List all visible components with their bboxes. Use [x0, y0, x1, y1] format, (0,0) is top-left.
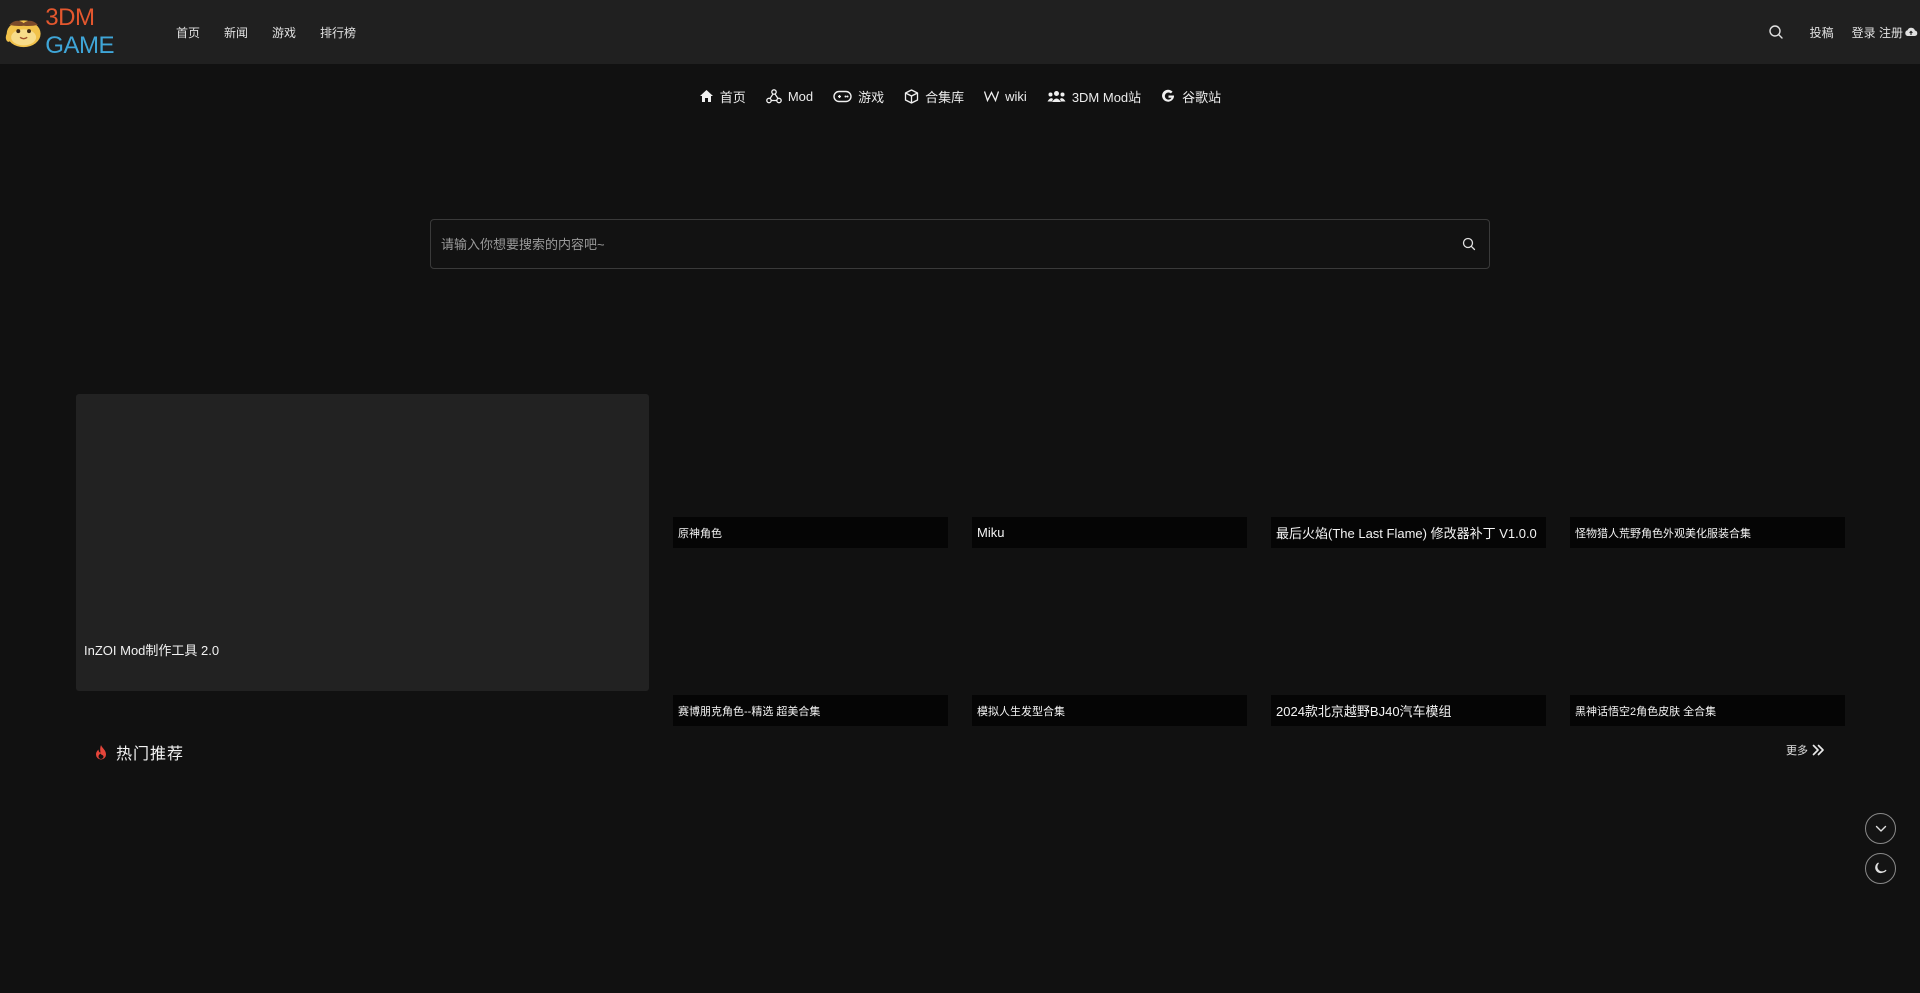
top-nav-item-news[interactable]: 新闻 [224, 24, 248, 41]
wiki-icon [984, 91, 1000, 102]
gamepad-icon [833, 90, 852, 102]
featured-tile[interactable]: 黑神话悟空2角色皮肤 全合集 [1570, 548, 1845, 726]
hot-section-header: 热门推荐 [94, 740, 184, 764]
sub-nav-item-google-site[interactable]: 谷歌站 [1161, 87, 1221, 106]
featured-main-caption: InZOI Mod制作工具 2.0 [84, 643, 220, 658]
featured-tile-caption: 原神角色 [673, 517, 948, 548]
site-logo[interactable]: 3DM GAME [4, 4, 156, 59]
featured-tile[interactable]: 怪物猎人荒野角色外观美化服装合集 [1570, 370, 1845, 548]
featured-tile[interactable]: 模拟人生发型合集 [972, 548, 1247, 726]
featured-tile[interactable]: 赛博朋克角色--精选 超美合集 [673, 548, 948, 726]
top-nav-item-games[interactable]: 游戏 [272, 24, 296, 41]
sub-nav-label: 谷歌站 [1182, 89, 1222, 105]
search-submit-button[interactable] [1449, 220, 1489, 268]
hot-more-link[interactable]: 更多 [1786, 742, 1825, 758]
featured-main-card[interactable]: InZOI Mod制作工具 2.0 [76, 394, 649, 691]
cloud-upload-icon [1905, 27, 1918, 36]
sub-nav-item-home[interactable]: 首页 [699, 87, 746, 106]
sub-nav-item-3dm-mod-site[interactable]: 3DM Mod站 [1047, 87, 1141, 106]
scroll-down-button[interactable] [1865, 813, 1896, 844]
sub-nav-item-games[interactable]: 游戏 [833, 87, 884, 106]
sub-nav-label: 游戏 [858, 89, 885, 105]
header-actions: 投稿 登录 注册 [1768, 0, 1920, 64]
top-nav-item-home[interactable]: 首页 [176, 24, 200, 41]
login-register-link[interactable]: 登录 注册 [1852, 24, 1918, 41]
featured-tile-caption: 2024款北京越野BJ40汽车模组 [1271, 695, 1546, 726]
sub-nav-label: 首页 [719, 89, 746, 105]
featured-tile[interactable]: Miku [972, 370, 1247, 548]
hot-section-title: 热门推荐 [116, 746, 185, 763]
double-chevron-right-icon [1812, 744, 1824, 756]
featured-tile-caption: Miku [972, 517, 1247, 548]
search-icon [1462, 237, 1476, 251]
chevron-down-icon [1875, 825, 1886, 832]
home-icon [699, 90, 713, 102]
logo-mascot-icon [5, 20, 41, 48]
login-register-label: 登录 注册 [1851, 25, 1903, 40]
more-label: 更多 [1786, 745, 1808, 757]
dark-mode-toggle[interactable] [1865, 853, 1896, 884]
google-icon [1162, 89, 1175, 102]
featured-tile-caption: 模拟人生发型合集 [972, 695, 1247, 726]
top-nav-item-ranking[interactable]: 排行榜 [320, 24, 356, 41]
sub-nav-item-wiki[interactable]: wiki [984, 89, 1027, 104]
featured-tile-caption: 赛博朋克角色--精选 超美合集 [673, 695, 948, 726]
featured-tile[interactable]: 原神角色 [673, 370, 948, 548]
header-search-icon[interactable] [1768, 24, 1784, 40]
sub-nav-label: 合集库 [925, 89, 965, 105]
featured-tile[interactable]: 最后火焰(The Last Flame) 修改器补丁 V1.0.0 [1271, 370, 1546, 548]
cube-icon [904, 88, 919, 104]
featured-tile[interactable]: 2024款北京越野BJ40汽车模组 [1271, 548, 1546, 726]
fire-icon [96, 745, 106, 760]
featured-tile-caption: 怪物猎人荒野角色外观美化服装合集 [1570, 517, 1845, 548]
logo-wordmark: 3DM GAME [45, 4, 114, 59]
moon-icon [1875, 862, 1887, 874]
main-search [430, 219, 1490, 269]
sub-nav-label: 3DM Mod站 [1071, 89, 1142, 105]
sub-nav-label: wiki [1005, 88, 1027, 104]
nodes-icon [765, 88, 782, 103]
sub-nav-label: Mod [787, 88, 814, 104]
featured-tile-caption: 最后火焰(The Last Flame) 修改器补丁 V1.0.0 [1271, 517, 1546, 548]
sub-nav-item-mod[interactable]: Mod [765, 88, 814, 104]
featured-tile-caption: 黑神话悟空2角色皮肤 全合集 [1570, 695, 1845, 726]
top-nav: 首页 新闻 游戏 排行榜 [176, 0, 380, 64]
top-header: 3DM GAME 首页 新闻 游戏 排行榜 投稿 登录 注册 [0, 0, 1920, 64]
users-icon [1047, 90, 1066, 102]
sub-nav: 首页 Mod 游戏 合集库 wiki 3DM Mod站 谷歌站 [0, 84, 1920, 108]
submit-link[interactable]: 投稿 [1810, 24, 1834, 41]
sub-nav-item-collections[interactable]: 合集库 [904, 87, 964, 106]
search-input[interactable] [431, 220, 1449, 268]
